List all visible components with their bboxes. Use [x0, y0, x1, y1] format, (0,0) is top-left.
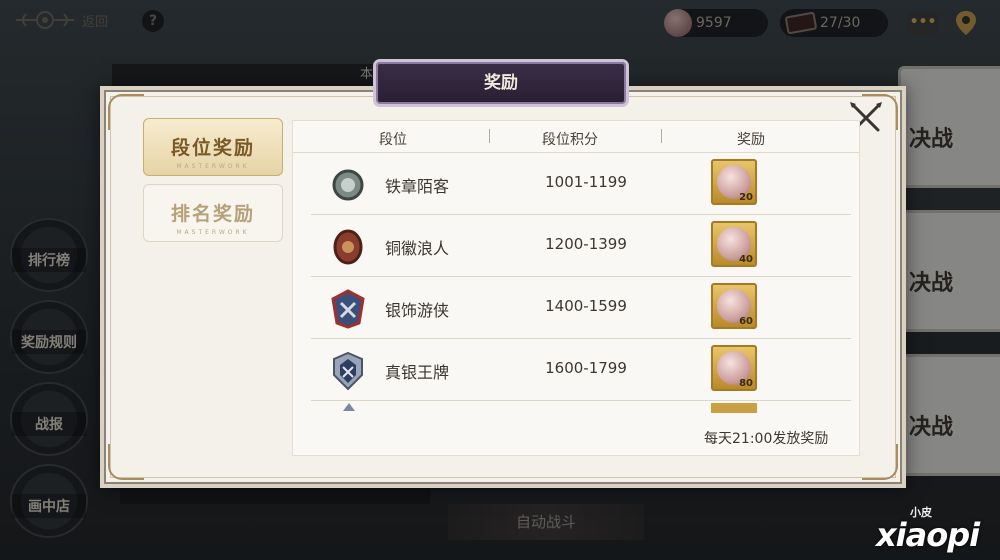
col-tier: 段位 — [379, 132, 407, 148]
table-row: 铜徽浪人 1200-1399 40 — [311, 215, 851, 277]
reward-item — [711, 403, 757, 413]
reward-qty: 60 — [739, 316, 753, 327]
silver-badge-icon — [331, 289, 365, 329]
tab-sub: MASTERWORK — [176, 229, 250, 236]
tier-range: 1001-1199 — [545, 173, 627, 191]
watermark: 小皮 xiaopi — [870, 504, 994, 558]
ornament-corner — [862, 444, 898, 480]
footer-note: 每天21:00发放奖励 — [700, 428, 829, 448]
tier-name: 铁章陌客 — [385, 177, 450, 196]
tier-range: 1600-1799 — [545, 359, 627, 377]
reward-qty: 40 — [739, 254, 753, 265]
tab-ranking-reward[interactable]: 排名奖励 MASTERWORK — [143, 184, 283, 242]
reward-item[interactable]: 80 — [711, 345, 757, 391]
reward-item[interactable]: 20 — [711, 159, 757, 205]
column-divider — [661, 129, 662, 143]
column-divider — [489, 129, 490, 143]
tier-range: 1400-1599 — [545, 297, 627, 315]
table-row: 铁章陌客 1001-1199 20 — [311, 153, 851, 215]
reward-qty: 20 — [739, 192, 753, 203]
tier-name: 银饰游侠 — [385, 301, 450, 320]
tier-range: 1200-1399 — [545, 235, 627, 253]
reward-item[interactable]: 40 — [711, 221, 757, 267]
watermark-big: xiaopi — [876, 516, 980, 554]
table-row: 银饰游侠 1400-1599 60 — [311, 277, 851, 339]
badge-icon — [343, 403, 355, 411]
tier-name: 铜徽浪人 — [385, 239, 450, 258]
col-reward: 奖励 — [737, 132, 765, 148]
reward-item[interactable]: 60 — [711, 283, 757, 329]
reward-qty: 80 — [739, 378, 753, 389]
tab-rank-reward[interactable]: 段位奖励 MASTERWORK — [143, 118, 283, 176]
tab-sub: MASTERWORK — [176, 163, 250, 170]
reward-table: 段位 段位积分 奖励 铁章陌客 1001-1199 20 铜徽浪人 1200-1… — [292, 120, 860, 456]
modal-title: 奖励 — [376, 62, 626, 104]
table-header: 段位 段位积分 奖励 — [293, 121, 859, 153]
table-row: 真银王牌 1600-1799 80 — [311, 339, 851, 401]
col-points: 段位积分 — [542, 132, 598, 148]
tab-label: 排名奖励 — [170, 203, 255, 225]
tier-name: 真银王牌 — [385, 363, 450, 382]
bronze-badge-icon — [333, 229, 363, 265]
iron-badge-icon — [332, 169, 364, 201]
ornament-corner — [108, 94, 144, 130]
ornament-corner — [108, 444, 144, 480]
true-silver-badge-icon — [333, 351, 363, 391]
tab-label: 段位奖励 — [170, 137, 255, 159]
